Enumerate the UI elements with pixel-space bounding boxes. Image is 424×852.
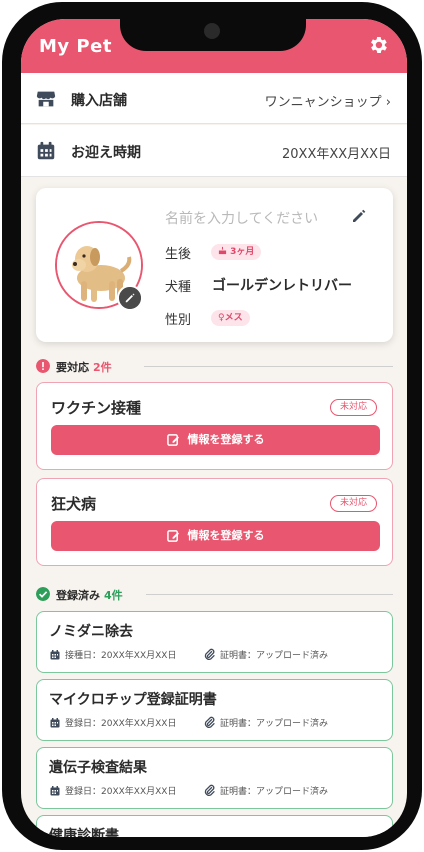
- registered-title: 登録済み 4件: [56, 587, 123, 603]
- age-badge: 3ヶ月: [211, 244, 262, 260]
- pickup-label: お迎え時期: [71, 145, 141, 161]
- sex-label: 性別: [165, 313, 192, 328]
- cert-meta: 証明書：アップロード済み: [203, 784, 328, 797]
- registered-card-title: 遺伝子検査結果: [49, 760, 147, 776]
- status-badge: 未対応: [329, 399, 377, 416]
- calendar-icon: [50, 718, 60, 728]
- pencil-icon[interactable]: [351, 208, 367, 224]
- pending-count: 2件: [93, 361, 112, 374]
- sex-badge: ♀メス: [211, 310, 250, 326]
- phone-notch: [120, 19, 306, 51]
- shop-value[interactable]: ワンニャンショップ ›: [265, 91, 391, 110]
- shop-label: 購入店舗: [71, 93, 127, 109]
- paperclip-icon: [204, 784, 215, 796]
- divider: [146, 594, 393, 595]
- registered-card-flea[interactable]: ノミダニ除去 接種日：20XX年XX月XX日 証明書：アップロード済み: [36, 611, 393, 673]
- divider: [144, 366, 393, 367]
- check-circle-icon: [36, 587, 50, 601]
- calendar-icon: [50, 650, 60, 660]
- camera-icon: [204, 23, 220, 39]
- pickup-value: 20XX年XX月XX日: [282, 147, 391, 162]
- registered-card-title: 健康診断書: [49, 828, 119, 837]
- app-title: My Pet: [39, 36, 112, 57]
- edit-icon: [166, 434, 179, 446]
- registered-card-microchip[interactable]: マイクロチップ登録証明書 登録日：20XX年XX月XX日 証明書：アップロード済…: [36, 679, 393, 741]
- cert-meta: 証明書：アップロード済み: [203, 716, 328, 729]
- pending-card-rabies: 狂犬病 未対応 情報を登録する: [36, 478, 393, 566]
- paperclip-icon: [204, 716, 215, 728]
- cake-icon: [218, 246, 227, 255]
- shop-icon: [36, 91, 56, 107]
- pending-card-title: 狂犬病: [51, 495, 97, 513]
- cert-text: 証明書：アップロード済み: [220, 787, 329, 797]
- pending-title-text: 要対応: [56, 361, 89, 374]
- registered-card-title: ノミダニ除去: [49, 624, 133, 640]
- cert-text: 証明書：アップロード済み: [220, 719, 329, 729]
- date-meta: 登録日：20XX年XX月XX日: [49, 784, 176, 797]
- register-button-label: 情報を登録する: [187, 433, 265, 446]
- registered-title-text: 登録済み: [56, 589, 100, 602]
- pending-card-title: ワクチン接種: [51, 399, 142, 417]
- cert-meta: 証明書：アップロード済み: [203, 648, 328, 661]
- gear-icon[interactable]: [367, 34, 389, 56]
- registered-card-genetic-test[interactable]: 遺伝子検査結果 登録日：20XX年XX月XX日 証明書：アップロード済み: [36, 747, 393, 809]
- registered-count: 4件: [104, 589, 123, 602]
- register-button-label: 情報を登録する: [187, 529, 265, 542]
- date-text: 登録日：20XX年XX月XX日: [65, 787, 177, 797]
- pending-card-vaccine: ワクチン接種 未対応 情報を登録する: [36, 382, 393, 470]
- registered-card-health-check[interactable]: 健康診断書: [36, 815, 393, 837]
- app-screen: My Pet 購入店舗 ワンニャンショップ › お迎え時期 20XX年XX月XX…: [21, 19, 407, 837]
- pending-title: 要対応 2件: [56, 359, 112, 375]
- pickup-date-row: お迎え時期 20XX年XX月XX日: [21, 125, 407, 177]
- edit-icon: [166, 530, 179, 542]
- shop-row[interactable]: 購入店舗 ワンニャンショップ ›: [21, 73, 407, 124]
- phone-frame: My Pet 購入店舗 ワンニャンショップ › お迎え時期 20XX年XX月XX…: [2, 2, 422, 850]
- register-info-button[interactable]: 情報を登録する: [51, 521, 380, 551]
- photo-edit-icon[interactable]: [117, 285, 143, 311]
- date-text: 接種日：20XX年XX月XX日: [65, 651, 177, 661]
- breed-label: 犬種: [165, 280, 192, 295]
- registered-section-header: 登録済み 4件: [36, 585, 393, 603]
- breed-value: ゴールデンレトリバー: [212, 278, 352, 294]
- pending-section-header: 要対応 2件: [36, 357, 393, 375]
- status-badge: 未対応: [329, 495, 377, 512]
- date-text: 登録日：20XX年XX月XX日: [65, 719, 177, 729]
- age-label: 生後: [165, 247, 192, 262]
- calendar-icon: [37, 141, 55, 160]
- cert-text: 証明書：アップロード済み: [220, 651, 329, 661]
- age-value: 3ヶ月: [230, 247, 255, 257]
- alert-icon: [36, 359, 50, 373]
- pet-name-input[interactable]: 名前を入力してください: [165, 208, 318, 228]
- register-info-button[interactable]: 情報を登録する: [51, 425, 380, 455]
- calendar-icon: [50, 786, 60, 796]
- date-meta: 登録日：20XX年XX月XX日: [49, 716, 176, 729]
- registered-card-title: マイクロチップ登録証明書: [49, 692, 217, 708]
- paperclip-icon: [204, 648, 215, 660]
- pet-profile-card: 名前を入力してください 生後 3ヶ月 犬種 ゴールデンレトリバー 性別 ♀メス: [36, 188, 393, 342]
- date-meta: 接種日：20XX年XX月XX日: [49, 648, 176, 661]
